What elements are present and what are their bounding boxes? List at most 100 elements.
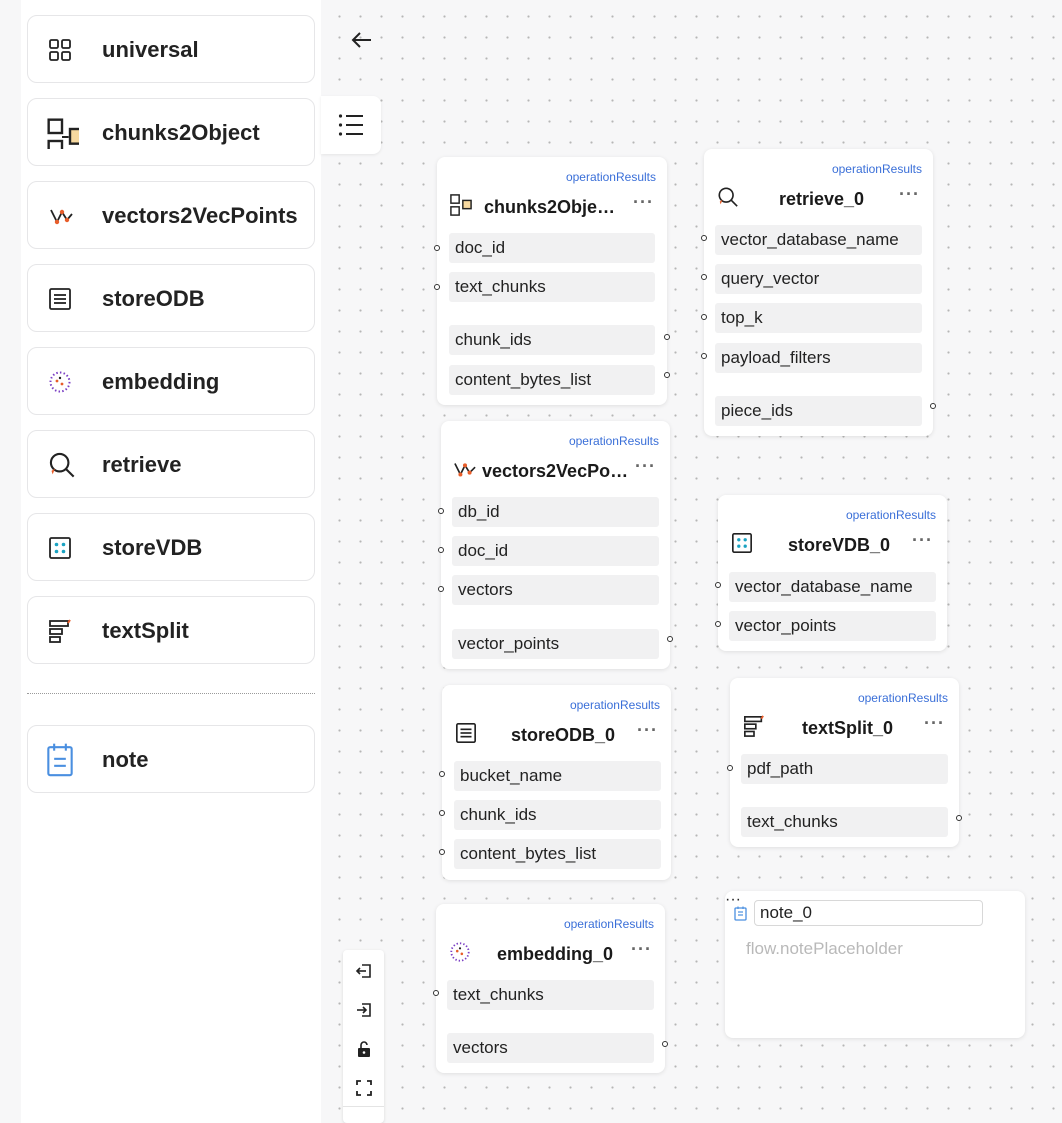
input-port[interactable] [715,582,721,588]
output-port[interactable] [664,334,670,340]
sidebar-item-label: storeVDB [102,535,203,560]
output-port[interactable] [664,372,670,378]
text-split-icon [49,619,71,643]
input-port[interactable] [701,235,707,241]
canvas-controls [343,950,384,1123]
input-field: db_id [452,497,659,527]
output-port[interactable] [667,636,673,642]
node-title: textSplit_0 [802,718,894,738]
toggle-sidebar-button[interactable] [321,96,381,154]
input-field: content_bytes_list [454,839,661,869]
input-port[interactable] [433,990,439,996]
output-port[interactable] [662,1041,668,1047]
search-icon [49,452,75,478]
input-field: text_chunks [449,272,655,302]
input-port[interactable] [701,353,707,359]
node-title: embedding_0 [497,944,614,964]
output-field: vector_points [452,629,659,659]
input-port[interactable] [439,810,445,816]
input-port[interactable] [715,621,721,627]
sidebar-item-chunks2object[interactable]: chunks2Object [27,98,315,166]
input-field: bucket_name [454,761,661,791]
sidebar-item-label: textSplit [102,618,189,643]
sidebar-item-retrieve[interactable]: retrieve [27,430,315,498]
node-vectors2vecpoints[interactable]: operationResults vectors2VecPoin… ··· db… [438,421,673,669]
document-list-icon [49,288,71,310]
node-chunks2object[interactable]: operationResults chunks2Object_0 ··· doc… [434,157,670,405]
sidebar-item-label: storeODB [102,286,205,311]
vector-points-icon [50,209,73,225]
input-port[interactable] [727,765,733,771]
dotted-circle-icon [450,942,470,962]
node-more-button[interactable]: ··· [912,531,933,549]
output-field: chunk_ids [449,325,655,355]
operation-results-link[interactable]: operationResults [569,434,659,448]
input-field: pdf_path [741,754,948,784]
node-embedding[interactable]: operationResults embedding_0 ··· text_ch… [433,904,668,1073]
dot-grid-box-icon [732,533,752,553]
node-more-button[interactable]: ··· [633,193,654,211]
node-more-button[interactable]: ··· [637,721,658,739]
text-split-icon [744,715,764,737]
input-port[interactable] [434,245,440,251]
output-field: piece_ids [715,396,922,426]
output-field: content_bytes_list [449,365,655,395]
input-field: top_k [715,303,922,333]
sidebar-item-storeodb[interactable]: storeODB [27,264,315,332]
input-field: doc_id [452,536,659,566]
node-title: vectors2VecPoin… [482,461,630,481]
sidebar-item-textsplit[interactable]: textSplit [27,596,315,664]
node-more-button[interactable]: ··· [924,714,945,732]
input-port[interactable] [438,508,444,514]
chunks-icon [450,194,472,216]
output-field: text_chunks [741,807,948,837]
input-port[interactable] [438,586,444,592]
sidebar-item-universal[interactable]: universal [27,15,315,83]
lock-toggle-button[interactable] [343,1029,384,1068]
vector-points-icon [454,463,476,477]
output-port[interactable] [930,403,936,409]
node-textsplit[interactable]: operationResults textSplit_0 ··· pdf_pat… [727,678,962,847]
operation-results-link[interactable]: operationResults [832,162,922,176]
node-note[interactable]: ··· flow.notePlaceholder [725,891,1025,1038]
input-port[interactable] [434,284,440,290]
input-port[interactable] [439,849,445,855]
sidebar-item-label: note [102,747,149,772]
operation-results-link[interactable]: operationResults [564,917,654,931]
input-field: vector_database_name [729,572,936,602]
input-port[interactable] [701,274,707,280]
node-storevdb[interactable]: operationResults storeVDB_0 ··· vector_d… [715,495,947,651]
back-arrow-icon[interactable] [348,26,376,54]
search-icon [718,187,738,207]
collapse-right-button[interactable] [343,990,384,1029]
collapse-left-button[interactable] [343,951,384,990]
sidebar-item-embedding[interactable]: embedding [27,347,315,415]
input-port[interactable] [438,547,444,553]
operation-results-link[interactable]: operationResults [858,691,948,705]
node-more-button[interactable]: ··· [635,457,656,475]
operation-results-link[interactable]: operationResults [570,698,660,712]
node-more-button[interactable]: ··· [899,185,920,203]
toolbar-divider [343,1106,384,1107]
operator-sidebar: universal chunks2Object vectors2VecPoint… [21,0,321,1123]
input-port[interactable] [701,314,707,320]
node-storeodb[interactable]: operationResults storeODB_0 ··· bucket_n… [439,685,671,880]
note-placeholder[interactable]: flow.notePlaceholder [746,939,903,959]
node-retrieve[interactable]: operationResults retrieve_0 ··· vector_d… [701,149,936,436]
operation-results-link[interactable]: operationResults [566,170,656,184]
sidebar-item-storevdb[interactable]: storeVDB [27,513,315,581]
note-name-input[interactable] [754,900,983,926]
input-field: chunk_ids [454,800,661,830]
node-more-button[interactable]: ··· [631,940,652,958]
dotted-circle-icon [49,371,71,393]
operation-results-link[interactable]: operationResults [846,508,936,522]
output-port[interactable] [956,815,962,821]
input-port[interactable] [439,771,445,777]
sidebar-item-label: vectors2VecPoints [102,203,298,228]
input-field: doc_id [449,233,655,263]
sidebar-item-note[interactable]: note [27,725,315,793]
fit-view-button[interactable] [343,1068,384,1107]
sidebar-item-vectors2vecpoints[interactable]: vectors2VecPoints [27,181,315,249]
list-icon [338,114,363,136]
dot-grid-box-icon [49,537,71,559]
